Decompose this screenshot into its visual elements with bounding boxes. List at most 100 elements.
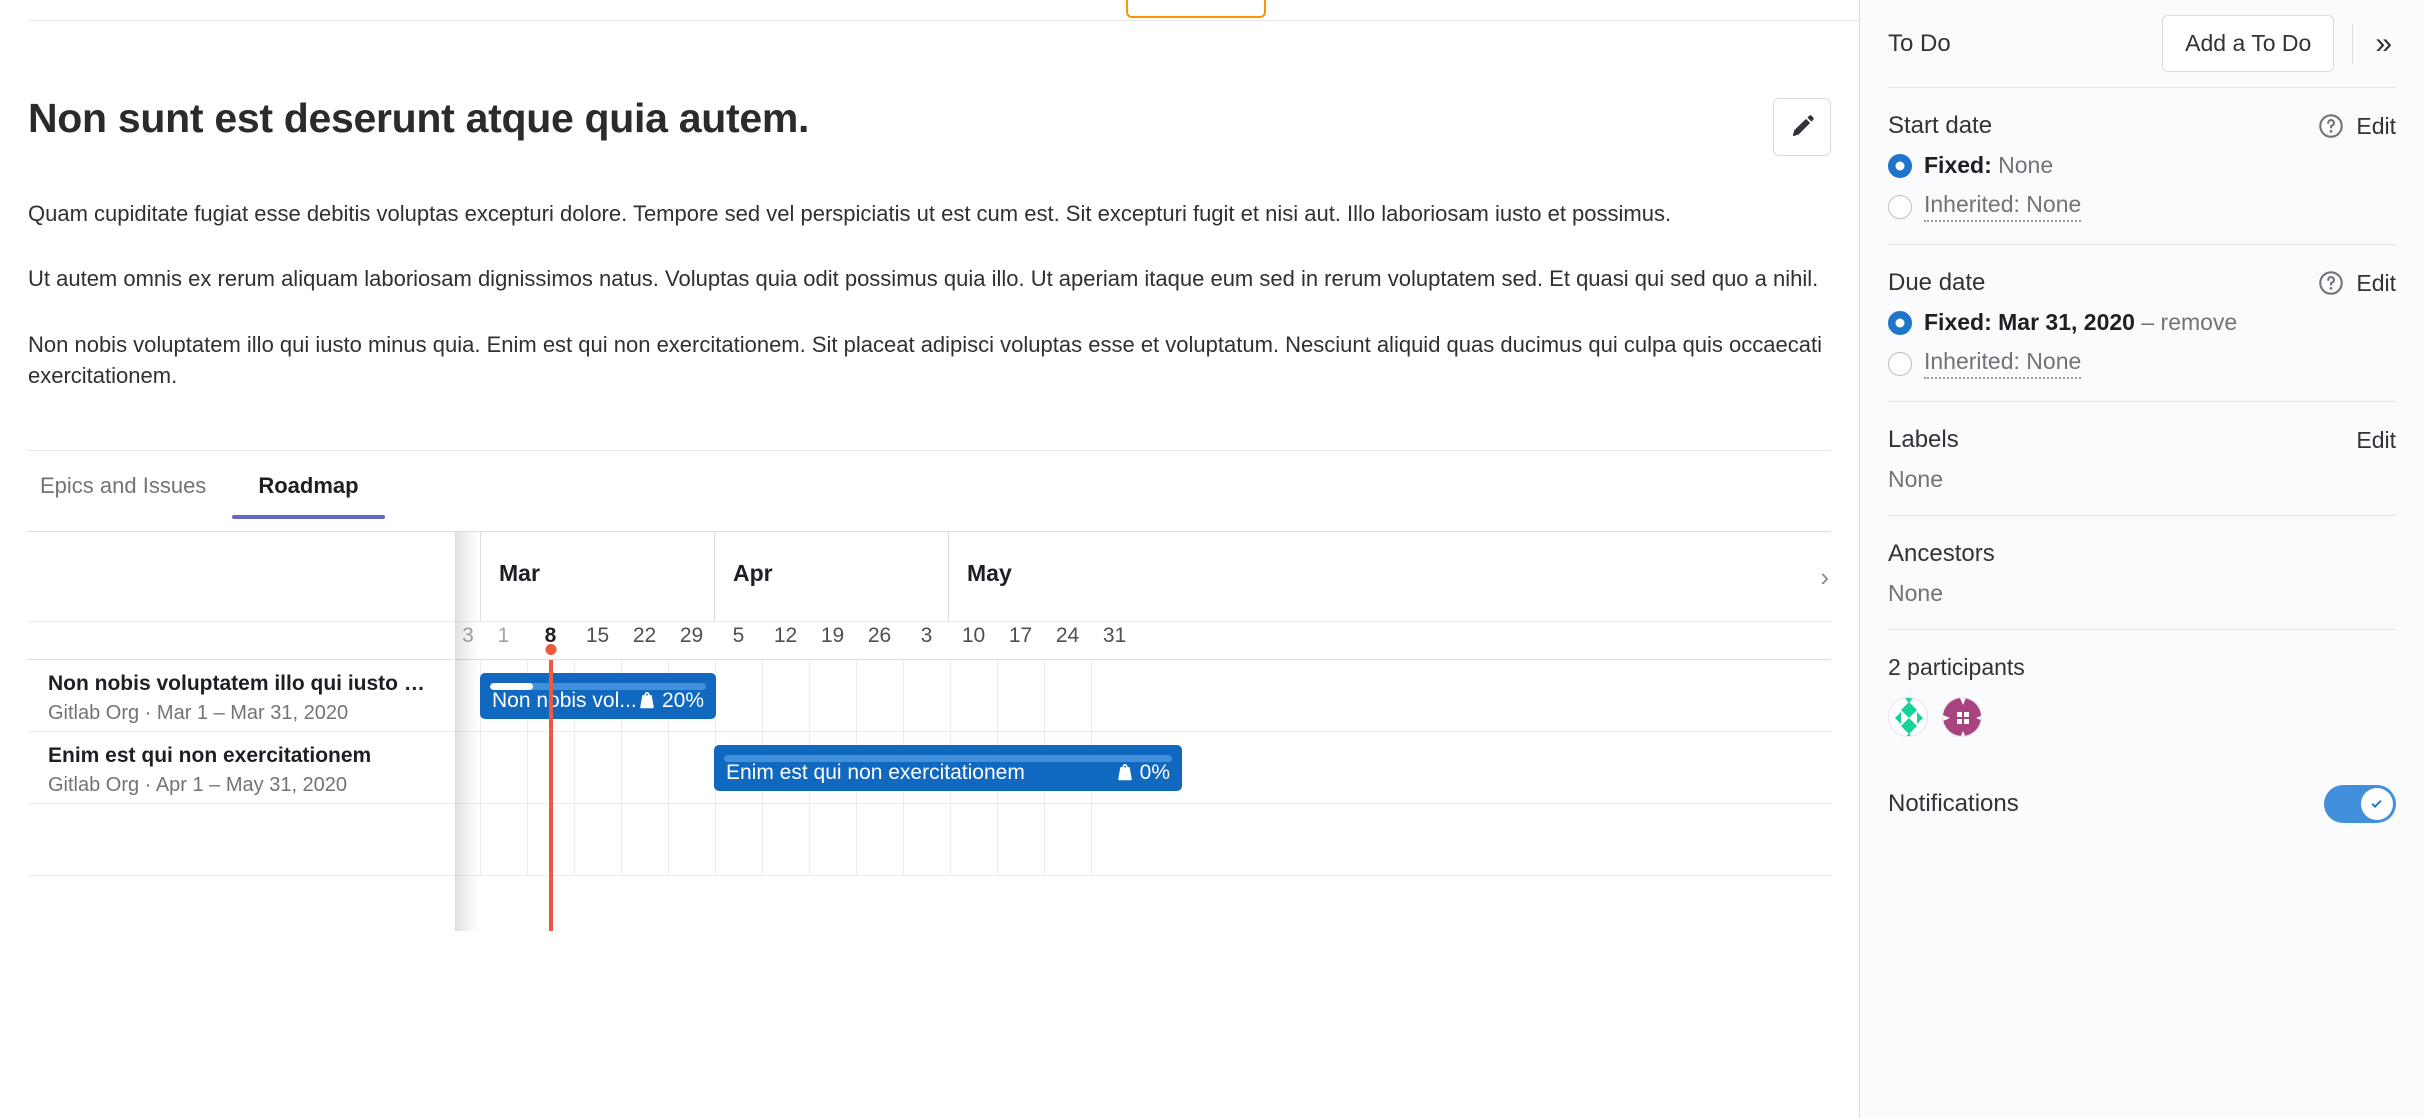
roadmap-day-26: 26	[867, 623, 892, 647]
roadmap-gridline-cell	[809, 659, 856, 731]
question-circle-icon[interactable]	[2318, 113, 2344, 139]
roadmap-day-8: 8	[527, 622, 574, 655]
roadmap-gridline-cell	[1091, 659, 1138, 731]
due-date-edit-link[interactable]: Edit	[2356, 270, 2396, 297]
due-date-remove-link[interactable]: remove	[2161, 309, 2238, 335]
due-date-inherited-text[interactable]: Inherited: None	[1924, 348, 2082, 379]
labels-label: Labels	[1888, 426, 1959, 453]
roadmap-gridline-cell	[856, 659, 903, 731]
roadmap-gridline-cell	[1044, 803, 1091, 875]
check-icon	[2371, 800, 2382, 808]
question-circle-icon[interactable]	[2318, 270, 2344, 296]
start-date-fixed-text: Fixed: None	[1924, 152, 2053, 179]
labels-value: None	[1888, 466, 1943, 492]
epic-progress-label: 20%	[661, 688, 704, 712]
avatar[interactable]	[1888, 697, 1928, 737]
roadmap-chart-area[interactable]: Mar Apr May 3 1 8 15 22 29 5 12 19 26 3 10 17 24 31 Non …	[456, 531, 1831, 931]
roadmap-inner: Non nobis voluptatem illo qui iusto minu…	[28, 531, 1831, 931]
tab-roadmap[interactable]: Roadmap	[232, 451, 385, 519]
start-date-edit-link[interactable]: Edit	[2356, 113, 2396, 140]
roadmap-epic-rows: Non nobis voluptatem illo qui iusto minu…	[28, 660, 455, 876]
start-date-section: Start date Edit Fixed: None Inherited: N…	[1888, 88, 2396, 245]
roadmap-epic-bar[interactable]: Enim est qui non exercitationem 0%	[714, 744, 1182, 791]
start-date-inherited-text[interactable]: Inherited: None	[1924, 191, 2082, 222]
description-paragraph: Non nobis voluptatem illo qui iusto minu…	[28, 331, 1822, 389]
tab-epics-and-issues[interactable]: Epics and Issues	[28, 451, 232, 519]
radio-due-fixed[interactable]	[1888, 310, 1912, 335]
avatar[interactable]	[1942, 697, 1982, 737]
roadmap-month-May: May	[948, 531, 1250, 621]
status-pill[interactable]	[1126, 0, 1266, 18]
roadmap-month-header: Mar Apr May	[456, 531, 1831, 622]
roadmap-gridline-cell	[1044, 659, 1091, 731]
roadmap-gridline-cell	[997, 803, 1044, 875]
roadmap-gridline-cell	[762, 803, 809, 875]
main-content: Non sunt est deserunt atque quia autem. …	[0, 0, 1859, 1118]
chevron-double-right-icon[interactable]: »	[2371, 28, 2396, 59]
start-date-actions: Edit	[2318, 113, 2396, 140]
roadmap-gridline-cell	[456, 804, 480, 875]
epic-bar-weight: 20%	[637, 690, 704, 711]
header-divider	[28, 20, 1859, 21]
roadmap-day-5: 5	[732, 623, 745, 647]
roadmap-gridline-cell	[1091, 803, 1138, 875]
roadmap-row-meta: Gitlab Org · Apr 1 – May 31, 2020	[48, 774, 348, 797]
epic-detail-page: Non sunt est deserunt atque quia autem. …	[0, 0, 2424, 1118]
due-date-fixed-option[interactable]: Fixed: Mar 31, 2020 – remove	[1888, 309, 2396, 336]
roadmap-gridline-cell	[903, 659, 950, 731]
ancestors-label: Ancestors	[1888, 540, 1995, 567]
roadmap-gridline-cell	[621, 731, 668, 803]
roadmap-scroll-hint[interactable]: ›	[1820, 562, 1829, 593]
labels-edit-link[interactable]: Edit	[2356, 427, 2396, 454]
roadmap-day-24: 24	[1055, 623, 1080, 647]
start-date-fixed-option[interactable]: Fixed: None	[1888, 152, 2396, 179]
notifications-label: Notifications	[1888, 790, 2019, 817]
start-date-label: Start date	[1888, 112, 1993, 139]
roadmap-day-1: 1	[497, 623, 510, 647]
roadmap-day-31: 31	[1102, 623, 1127, 647]
roadmap-row-label[interactable]: Non nobis voluptatem illo qui iusto minu…	[28, 660, 455, 732]
radio-start-fixed[interactable]	[1888, 153, 1912, 178]
radio-start-inherited[interactable]	[1888, 194, 1912, 219]
due-date-header: Due date Edit	[1888, 269, 2396, 297]
radio-due-inherited[interactable]	[1888, 351, 1912, 376]
due-date-separator: –	[2141, 309, 2155, 335]
roadmap-day-29: 29	[679, 623, 704, 647]
roadmap-timeline[interactable]: Non nobis voluptatem illo qui iusto minu…	[28, 530, 1831, 931]
edit-title-button[interactable]	[1773, 98, 1831, 156]
roadmap-day-17: 17	[1008, 623, 1033, 647]
roadmap-gridline-cell	[856, 803, 903, 875]
roadmap-day-10: 10	[961, 623, 986, 647]
roadmap-gridline-cell	[762, 659, 809, 731]
roadmap-bar-rows: Non nobis vol... 20% Enim est qui non exer…	[456, 659, 1831, 876]
roadmap-gridline-cell	[621, 803, 668, 875]
due-date-actions: Edit	[2318, 270, 2396, 297]
epic-bar-title: Non nobis vol...	[492, 689, 637, 711]
roadmap-list-subheader	[28, 622, 455, 660]
roadmap-epic-bar[interactable]: Non nobis vol... 20%	[480, 672, 716, 719]
roadmap-day-header: 3 1 8 15 22 29 5 12 19 26 3 10 17 24 31	[456, 622, 1831, 660]
start-date-inherited-option[interactable]: Inherited: None	[1888, 191, 2396, 222]
roadmap-row-meta: Gitlab Org · Mar 1 – Mar 31, 2020	[48, 702, 349, 725]
due-date-label: Due date	[1888, 269, 1986, 296]
roadmap-row-label[interactable]: Enim est qui non exercitationem Gitlab Or…	[28, 732, 455, 804]
participants-avatars	[1888, 697, 2396, 737]
due-fixed-label: Fixed:	[1924, 309, 1992, 335]
start-fixed-label: Fixed:	[1924, 152, 1992, 178]
participants-count: 2 participants	[1888, 654, 2025, 680]
roadmap-day-3: 3	[462, 623, 474, 647]
notifications-toggle[interactable]	[2324, 785, 2396, 823]
labels-header: Labels Edit	[1888, 426, 2396, 454]
roadmap-gridline-cell	[574, 803, 621, 875]
roadmap-gridline-cell	[456, 660, 480, 731]
roadmap-gridline-cell	[903, 803, 950, 875]
due-fixed-value: Mar 31, 2020	[1998, 309, 2135, 335]
roadmap-day-12: 12	[773, 623, 798, 647]
add-todo-button[interactable]: Add a To Do	[2162, 15, 2335, 72]
due-date-inherited-option[interactable]: Inherited: None	[1888, 348, 2396, 379]
todo-label: To Do	[1888, 29, 1951, 57]
due-date-section: Due date Edit Fixed: Mar 31, 2020 – remo…	[1888, 245, 2396, 402]
ancestors-section: Ancestors None	[1888, 516, 2396, 630]
roadmap-list-header	[28, 532, 455, 622]
roadmap-day-22: 22	[632, 623, 657, 647]
